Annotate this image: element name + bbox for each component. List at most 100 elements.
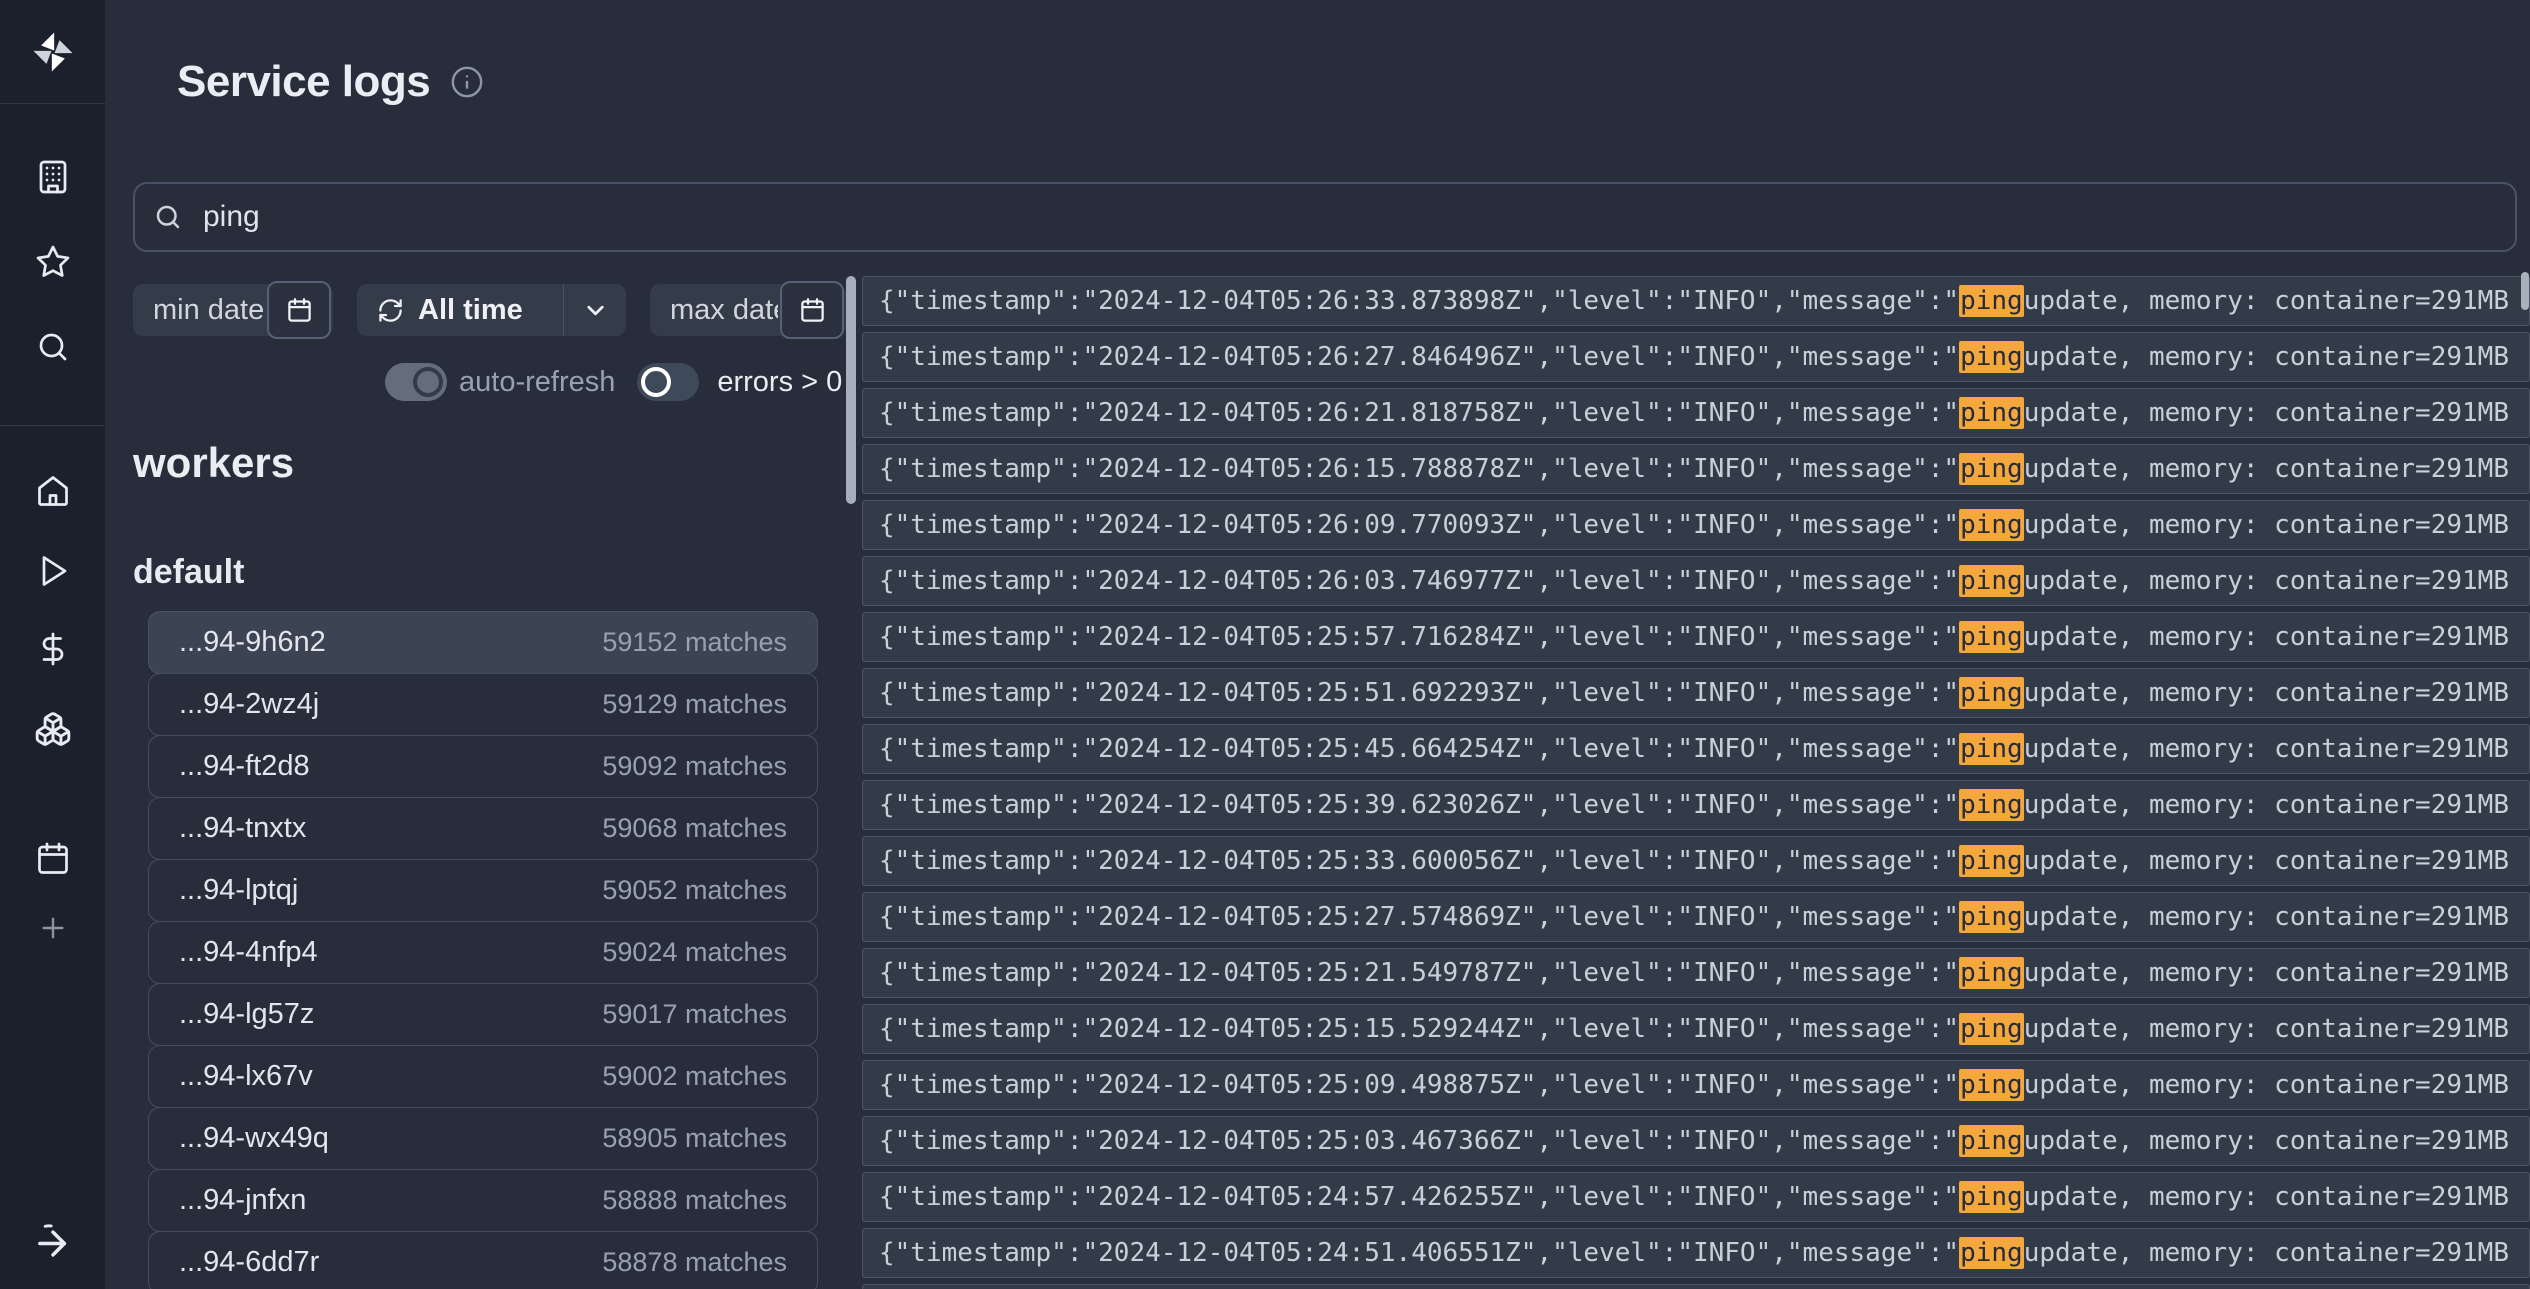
worker-name: ...94-tnxtx [179, 812, 306, 845]
log-text: update, memory: container=291MB [2024, 1238, 2509, 1268]
plus-icon[interactable] [25, 900, 81, 956]
worker-match-count: 59152 matches [602, 627, 787, 658]
search-icon[interactable] [25, 319, 81, 375]
worker-name: ...94-lptqj [179, 874, 298, 907]
worker-row[interactable]: ...94-jnfxn58888 matches [148, 1169, 818, 1232]
expand-sidebar-arrow-icon[interactable] [25, 1212, 81, 1268]
log-text: update, memory: container=291MB [2024, 454, 2509, 484]
log-scrollbar-track[interactable] [846, 276, 856, 1289]
log-text: {"timestamp":"2024-12-04T05:25:33.600056… [879, 846, 1959, 876]
search-match-highlight: ping [1959, 1013, 2024, 1045]
log-row: {"timestamp":"2024-12-04T05:25:27.574869… [862, 892, 2530, 942]
log-row: {"timestamp":"2024-12-04T05:25:57.716284… [862, 612, 2530, 662]
worker-row[interactable]: ...94-ft2d859092 matches [148, 735, 818, 798]
auto-refresh-toggle[interactable] [385, 363, 447, 401]
log-text: update, memory: container=291MB [2024, 1014, 2509, 1044]
errors-label: errors > 0 [717, 366, 842, 399]
worker-name: ...94-lg57z [179, 998, 314, 1031]
max-date-field[interactable] [650, 284, 846, 336]
time-range-button[interactable]: All time [357, 284, 626, 336]
search-match-highlight: ping [1959, 677, 2024, 709]
search-match-highlight: ping [1959, 397, 2024, 429]
building-icon[interactable] [25, 149, 81, 205]
worker-row[interactable]: ...94-9h6n259152 matches [148, 611, 818, 674]
log-row: {"timestamp":"2024-12-04T05:26:33.873898… [862, 276, 2530, 326]
log-row-partial [862, 1284, 2530, 1289]
magnifier-icon [153, 202, 183, 232]
search-bar[interactable] [133, 182, 2517, 252]
time-range-dropdown[interactable] [564, 284, 626, 336]
service-logs-page: Service logs [0, 0, 2530, 1289]
calendar-icon [286, 297, 313, 324]
log-row: {"timestamp":"2024-12-04T05:26:09.770093… [862, 500, 2530, 550]
max-date-input[interactable] [668, 293, 780, 328]
search-match-highlight: ping [1959, 1237, 2024, 1269]
log-text: {"timestamp":"2024-12-04T05:25:51.692293… [879, 678, 1959, 708]
calendar-icon [799, 297, 826, 324]
log-row: {"timestamp":"2024-12-04T05:26:21.818758… [862, 388, 2530, 438]
worker-row[interactable]: ...94-6dd7r58878 matches [148, 1231, 818, 1289]
star-icon[interactable] [25, 234, 81, 290]
log-scrollbar-thumb[interactable] [846, 276, 856, 504]
info-icon[interactable] [450, 65, 484, 104]
worker-row[interactable]: ...94-lptqj59052 matches [148, 859, 818, 922]
worker-name: ...94-2wz4j [179, 688, 319, 721]
page-scrollbar-thumb[interactable] [2521, 272, 2529, 310]
page-title: Service logs [177, 57, 430, 107]
search-match-highlight: ping [1959, 1069, 2024, 1101]
log-text: update, memory: container=291MB [2024, 846, 2509, 876]
search-match-highlight: ping [1959, 509, 2024, 541]
log-text: update, memory: container=291MB [2024, 1182, 2509, 1212]
search-match-highlight: ping [1959, 901, 2024, 933]
log-text: {"timestamp":"2024-12-04T05:26:09.770093… [879, 510, 1959, 540]
search-match-highlight: ping [1959, 1125, 2024, 1157]
log-row: {"timestamp":"2024-12-04T05:26:03.746977… [862, 556, 2530, 606]
min-date-calendar-button[interactable] [267, 281, 331, 339]
log-row: {"timestamp":"2024-12-04T05:25:09.498875… [862, 1060, 2530, 1110]
worker-match-count: 59024 matches [602, 937, 787, 968]
boxes-icon[interactable] [25, 701, 81, 757]
min-date-input[interactable] [151, 293, 267, 328]
log-row: {"timestamp":"2024-12-04T05:25:33.600056… [862, 836, 2530, 886]
play-icon[interactable] [25, 543, 81, 599]
log-text: update, memory: container=291MB [2024, 734, 2509, 764]
log-row: {"timestamp":"2024-12-04T05:25:21.549787… [862, 948, 2530, 998]
worker-match-count: 59017 matches [602, 999, 787, 1030]
search-input[interactable] [201, 199, 2497, 235]
min-date-field[interactable] [133, 284, 333, 336]
log-text: {"timestamp":"2024-12-04T05:26:33.873898… [879, 286, 1959, 316]
workers-panel: All time [105, 264, 846, 1289]
log-text: update, memory: container=291MB [2024, 958, 2509, 988]
toggle-knob [641, 367, 671, 397]
log-text: {"timestamp":"2024-12-04T05:26:27.846496… [879, 342, 1959, 372]
calendar-icon[interactable] [25, 831, 81, 887]
windmill-logo-icon[interactable] [25, 24, 81, 80]
worker-row[interactable]: ...94-4nfp459024 matches [148, 921, 818, 984]
max-date-calendar-button[interactable] [780, 281, 844, 339]
log-text: update, memory: container=291MB [2024, 678, 2509, 708]
log-text: update, memory: container=291MB [2024, 398, 2509, 428]
errors-toggle[interactable] [637, 363, 699, 401]
sidebar-divider [0, 425, 105, 426]
log-text: {"timestamp":"2024-12-04T05:25:57.716284… [879, 622, 1959, 652]
log-row: {"timestamp":"2024-12-04T05:26:15.788878… [862, 444, 2530, 494]
search-match-highlight: ping [1959, 1181, 2024, 1213]
sidebar-divider [0, 103, 105, 104]
log-row: {"timestamp":"2024-12-04T05:25:03.467366… [862, 1116, 2530, 1166]
log-text: {"timestamp":"2024-12-04T05:25:39.623026… [879, 790, 1959, 820]
worker-name: ...94-ft2d8 [179, 750, 310, 783]
home-icon[interactable] [25, 463, 81, 519]
worker-row[interactable]: ...94-2wz4j59129 matches [148, 673, 818, 736]
worker-match-count: 59002 matches [602, 1061, 787, 1092]
dollar-icon[interactable] [25, 621, 81, 677]
worker-row[interactable]: ...94-lx67v59002 matches [148, 1045, 818, 1108]
worker-match-count: 59068 matches [602, 813, 787, 844]
worker-match-count: 58905 matches [602, 1123, 787, 1154]
sidebar [0, 0, 105, 1289]
worker-row[interactable]: ...94-tnxtx 59068 matches [148, 797, 818, 860]
log-text: {"timestamp":"2024-12-04T05:25:45.664254… [879, 734, 1959, 764]
log-text: {"timestamp":"2024-12-04T05:26:15.788878… [879, 454, 1959, 484]
worker-row[interactable]: ...94-lg57z 59017 matches [148, 983, 818, 1046]
worker-row[interactable]: ...94-wx49q58905 matches [148, 1107, 818, 1170]
search-match-highlight: ping [1959, 789, 2024, 821]
